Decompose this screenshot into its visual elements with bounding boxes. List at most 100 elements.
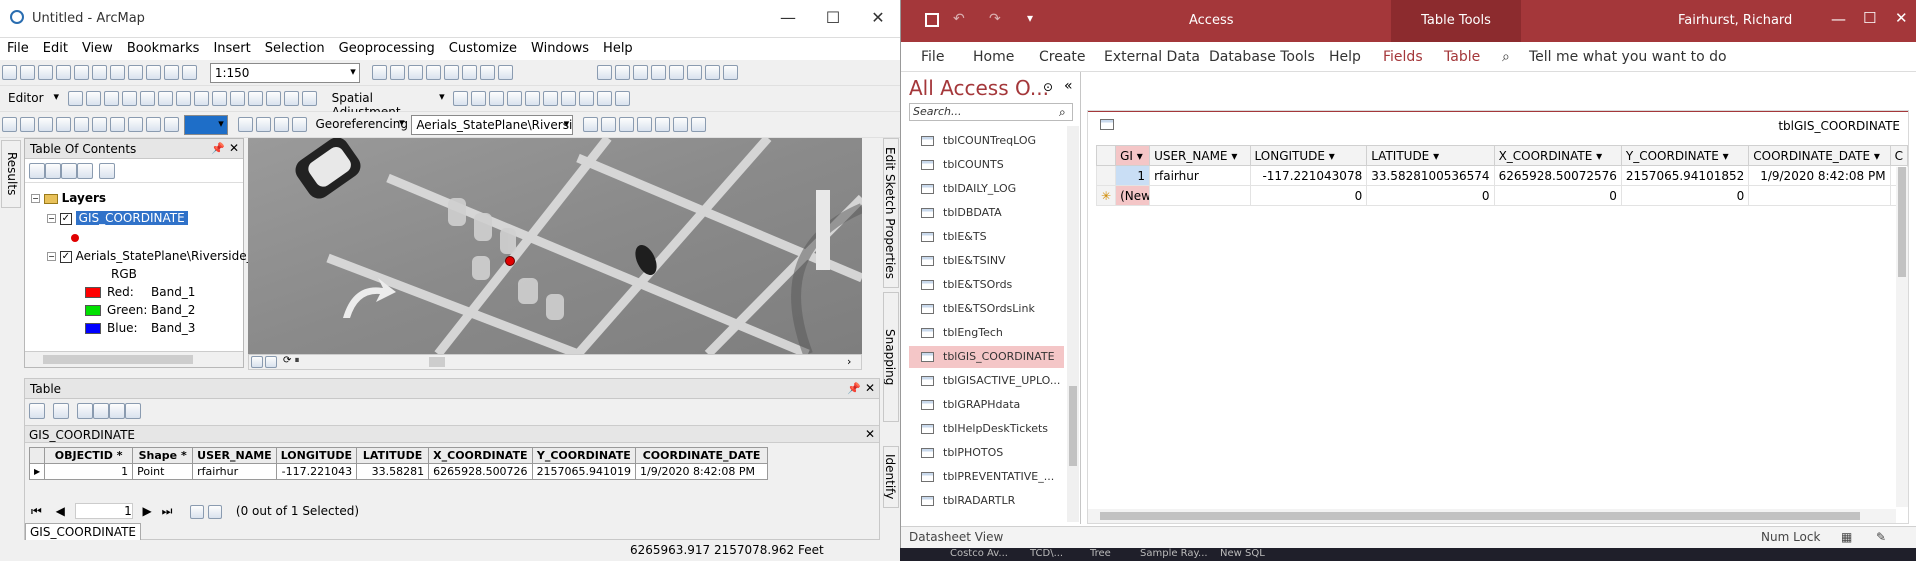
layout-tool-6-icon[interactable]	[92, 117, 107, 132]
pin-icon[interactable]: 📌	[211, 142, 225, 155]
georeferencing-menu[interactable]: Georeferencing	[311, 115, 408, 135]
nav-search-icon[interactable]: ⌕	[1059, 105, 1066, 120]
edge-match-icon[interactable]	[615, 91, 631, 106]
layout-tool-13-icon[interactable]	[273, 117, 289, 132]
row-selector-icon[interactable]: ▶	[28, 463, 46, 480]
ribbon-tab-home[interactable]: Home	[973, 49, 1014, 65]
ribbon-tab-external-data[interactable]: External Data	[1104, 49, 1200, 65]
nav-item-table[interactable]: tblE&TS	[909, 226, 1064, 248]
column-header[interactable]: COORDINATE_DATE	[635, 447, 769, 464]
layout-tool-11-icon[interactable]	[237, 117, 253, 132]
clear-selection-icon[interactable]	[723, 65, 739, 80]
search-window-icon[interactable]	[425, 65, 441, 80]
maximize-icon[interactable]: ☐	[823, 8, 843, 27]
arctoolbox-icon[interactable]	[443, 65, 459, 80]
layout-tool-2-icon[interactable]	[20, 117, 35, 132]
clear-limited-adjustment-icon[interactable]	[561, 91, 577, 106]
layout-tool-10-icon[interactable]	[164, 117, 179, 132]
edit-sketch-properties-tab[interactable]: Edit Sketch Properties	[883, 138, 899, 288]
table-cell[interactable]: 6265928.50072576	[1493, 165, 1622, 186]
table-cell[interactable]: 0	[1493, 185, 1622, 206]
scrollbar-thumb[interactable]	[1898, 167, 1906, 277]
collapse-nav-icon[interactable]: «	[1064, 78, 1073, 94]
record-number-field[interactable]: 1	[74, 503, 133, 519]
table-cell[interactable]: 2157065.94101852	[1620, 165, 1750, 186]
table-row[interactable]: ▶ 1 Point rfairhur -117.221043 33.58281 …	[28, 463, 769, 480]
back-extent-icon[interactable]	[669, 65, 685, 80]
switch-selection-icon[interactable]	[93, 403, 109, 419]
refresh-icon[interactable]: ⟳ ⏸	[283, 355, 300, 366]
ribbon-tab-table[interactable]: Table	[1444, 49, 1480, 65]
nav-item-table-selected[interactable]: tblGIS_COORDINATE	[909, 346, 1064, 368]
map-view[interactable]	[248, 138, 862, 354]
nav-pane-title[interactable]: All Access O...	[909, 76, 1049, 100]
menu-bookmarks[interactable]: Bookmarks	[120, 38, 207, 59]
forward-extent-icon[interactable]	[687, 65, 703, 80]
zoom-in-fixed-icon[interactable]	[597, 65, 613, 80]
edit-annotation-icon[interactable]	[85, 91, 101, 106]
point-symbol[interactable]	[71, 231, 79, 245]
nav-item-table[interactable]: tblHelpDeskTickets	[909, 418, 1064, 440]
list-by-drawing-order-icon[interactable]	[29, 163, 45, 179]
copy-icon[interactable]	[92, 65, 107, 80]
attributes-icon[interactable]	[265, 91, 281, 106]
map-horizontal-scrollbar[interactable]: ⟳ ⏸ ›	[248, 354, 862, 370]
identify-tab[interactable]: Identify	[883, 446, 899, 508]
toc-layer-gis-coordinate[interactable]: − ✓ GIS_COORDINATE	[47, 211, 188, 225]
point-icon[interactable]	[157, 91, 173, 106]
layout-tool-7-icon[interactable]	[110, 117, 125, 132]
table-row[interactable]: 1 rfairhur -117.221043078 33.58281005365…	[1095, 165, 1909, 186]
column-header[interactable]: USER_NAME	[192, 447, 277, 464]
layer-name[interactable]: Aerials_StatePlane\Riverside_	[76, 249, 253, 263]
nav-menu-icon[interactable]: ⊙	[1043, 80, 1053, 94]
viewer-icon[interactable]	[673, 117, 689, 132]
user-name[interactable]: Fairhurst, Richard	[1678, 13, 1792, 28]
nav-item-table[interactable]: tblCOUNTreqLOG	[909, 130, 1064, 152]
column-header[interactable]: LATITUDE ▾	[1366, 145, 1495, 166]
table-cell[interactable]: 1	[44, 463, 134, 480]
create-features-icon[interactable]	[301, 91, 317, 106]
layer-visibility-checkbox[interactable]: ✓	[59, 212, 72, 225]
ribbon-tab-help[interactable]: Help	[1329, 49, 1361, 65]
menu-insert[interactable]: Insert	[206, 38, 257, 59]
delete-icon[interactable]	[128, 65, 143, 80]
layout-tool-14-icon[interactable]	[291, 117, 307, 132]
new-identity-link-icon[interactable]	[525, 91, 541, 106]
table-bottom-tab[interactable]: GIS_COORDINATE	[25, 523, 142, 541]
show-selected-records-icon[interactable]	[208, 504, 223, 519]
spatial-adjustment-menu[interactable]: Spatial Adjustment	[328, 89, 448, 119]
table-cell[interactable]: 1	[1115, 165, 1151, 186]
column-header[interactable]: C	[1889, 145, 1909, 166]
save-icon[interactable]	[38, 65, 53, 80]
menu-file[interactable]: File	[0, 38, 36, 59]
table-cell[interactable]: Point	[132, 463, 194, 480]
list-by-source-icon[interactable]	[45, 163, 61, 179]
undo-icon[interactable]	[146, 65, 161, 80]
collapse-icon[interactable]: −	[31, 194, 40, 203]
column-header[interactable]: Y_COORDINATE ▾	[1620, 145, 1750, 166]
ribbon-tab-fields[interactable]: Fields	[1383, 49, 1423, 65]
layer-visibility-checkbox[interactable]: ✓	[59, 250, 72, 263]
nav-scrollbar[interactable]	[1067, 126, 1079, 522]
scrollbar-thumb[interactable]	[1069, 386, 1077, 466]
nav-item-table[interactable]: tblCOUNTS	[909, 154, 1064, 176]
table-cell[interactable]: -117.221043	[275, 463, 358, 480]
datasheet-view-icon[interactable]: ▦	[1841, 530, 1852, 544]
editor-toolbar-icon[interactable]	[371, 65, 387, 80]
add-data-icon[interactable]	[182, 65, 197, 80]
nav-search-input[interactable]: Search...	[909, 103, 1073, 121]
zoom-out-fixed-icon[interactable]	[615, 65, 631, 80]
color-combo[interactable]	[183, 115, 228, 135]
last-record-icon[interactable]: ⏭	[162, 504, 173, 518]
menu-customize[interactable]: Customize	[442, 38, 524, 59]
table-cell[interactable]: 33.58281	[356, 463, 430, 480]
table-cell[interactable]: 0	[1366, 185, 1495, 206]
georeferencing-layer-combo[interactable]: Aerials_StatePlane\Riverside_Co	[411, 115, 574, 135]
undo-icon[interactable]: ↶	[953, 11, 965, 27]
close-icon[interactable]: ✕	[1895, 9, 1908, 27]
editor-menu[interactable]: Editor	[4, 89, 62, 109]
scroll-right-icon[interactable]: ›	[847, 355, 851, 368]
snapping-environment-tab[interactable]: Snapping Environment	[883, 292, 899, 422]
layer-name-selected[interactable]: GIS_COORDINATE	[75, 211, 188, 225]
layers-group[interactable]: − Layers	[31, 191, 106, 205]
